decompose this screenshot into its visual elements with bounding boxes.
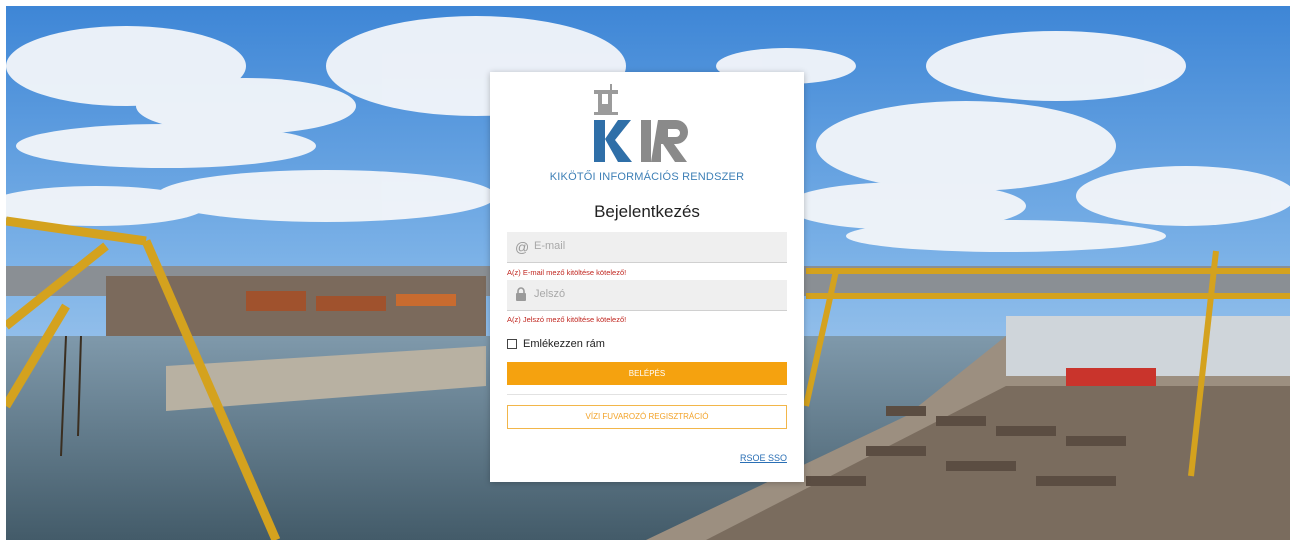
email-field[interactable]: @ E-mail [507, 232, 787, 263]
kir-logo [582, 84, 712, 166]
divider [507, 394, 787, 395]
password-field[interactable]: Jelszó [507, 280, 787, 311]
remember-label: Emlékezzen rám [523, 338, 605, 350]
app-subtitle: KIKÖTŐI INFORMÁCIÓS RENDSZER [549, 171, 745, 183]
remember-me[interactable]: Emlékezzen rám [507, 337, 605, 351]
register-button[interactable]: VÍZI FUVAROZÓ REGISZTRÁCIÓ [507, 405, 787, 429]
sso-link[interactable]: RSOE SSO [740, 453, 787, 463]
login-title: Bejelentkezés [594, 202, 700, 221]
login-button[interactable]: BELÉPÉS [507, 362, 787, 385]
email-error: A(z) E-mail mező kitöltése kötelező! [507, 268, 627, 277]
remember-checkbox[interactable] [507, 339, 517, 349]
password-error: A(z) Jelszó mező kitöltése kötelező! [507, 315, 627, 324]
login-card: KIKÖTŐI INFORMÁCIÓS RENDSZER Bejelentkez… [490, 72, 804, 482]
